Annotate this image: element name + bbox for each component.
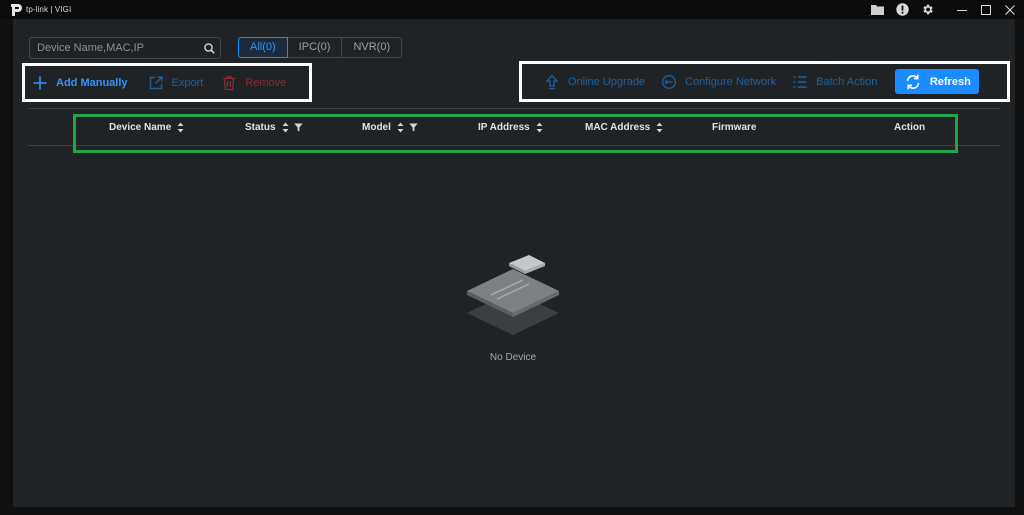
network-config-icon: [662, 74, 677, 89]
online-upgrade-button[interactable]: Online Upgrade: [544, 74, 645, 90]
trash-icon: [223, 75, 236, 90]
close-button[interactable]: [998, 0, 1022, 19]
minimize-icon: [957, 9, 967, 11]
column-status[interactable]: Status: [245, 122, 303, 133]
refresh-icon: [906, 74, 920, 89]
toolbar-divider: [28, 108, 1000, 109]
column-action-label: Action: [894, 122, 926, 133]
refresh-button[interactable]: Refresh: [895, 69, 980, 94]
sort-icon[interactable]: [177, 122, 184, 133]
maximize-icon: [981, 4, 991, 15]
device-type-filter: All(0) IPC(0) NVR(0): [238, 37, 403, 58]
list-icon: [793, 75, 807, 88]
search-box[interactable]: [29, 37, 221, 59]
search-icon[interactable]: [198, 38, 220, 58]
column-mac-address[interactable]: MAC Address: [585, 122, 663, 133]
remove-label: Remove: [245, 76, 287, 89]
export-label: Export: [171, 76, 204, 89]
online-upgrade-label: Online Upgrade: [568, 75, 646, 88]
tp-link-logo-icon: [11, 3, 22, 16]
column-action: Action: [894, 122, 925, 133]
empty-state: No Device: [453, 251, 573, 363]
column-ip-address-label: IP Address: [478, 122, 530, 133]
sort-icon[interactable]: [536, 122, 543, 133]
column-model[interactable]: Model: [362, 122, 418, 133]
column-mac-address-label: MAC Address: [585, 122, 651, 133]
column-model-label: Model: [362, 122, 391, 133]
device-actions-group: Add Manually Export Remove: [22, 63, 312, 102]
folder-icon[interactable]: [870, 3, 884, 17]
sort-icon[interactable]: [656, 122, 663, 133]
configure-network-button[interactable]: Configure Network: [661, 74, 776, 90]
app-brand: tp-link | VIGI: [26, 5, 72, 14]
search-input[interactable]: [30, 38, 198, 58]
sort-icon[interactable]: [282, 122, 289, 133]
bulk-actions-group: Online Upgrade Configure Network Batch A…: [519, 61, 1010, 102]
batch-action-label: Batch Action: [816, 75, 878, 88]
alert-icon[interactable]: [895, 3, 909, 17]
batch-action-button[interactable]: Batch Action: [792, 74, 877, 90]
column-firmware: Firmware: [712, 122, 756, 133]
app-logo: tp-link | VIGI: [9, 3, 71, 17]
device-table-header: Device Name Status Model IP Address MAC …: [73, 114, 958, 153]
add-manually-button[interactable]: Add Manually: [32, 75, 128, 91]
filter-tab-nvr[interactable]: NVR(0): [341, 37, 403, 58]
device-list-panel: All(0) IPC(0) NVR(0) Add Manually Export…: [13, 19, 1015, 507]
empty-box-icon: [467, 255, 559, 335]
column-device-name-label: Device Name: [109, 122, 172, 133]
minimize-button[interactable]: [950, 0, 974, 19]
upgrade-arrow-icon: [545, 74, 559, 89]
column-status-label: Status: [245, 122, 276, 133]
refresh-label: Refresh: [929, 75, 971, 88]
filter-tab-ipc[interactable]: IPC(0): [286, 37, 343, 58]
filter-funnel-icon[interactable]: [293, 123, 303, 132]
column-ip-address[interactable]: IP Address: [478, 122, 543, 133]
maximize-button[interactable]: [974, 0, 998, 19]
title-bar: tp-link | VIGI: [0, 0, 1024, 19]
settings-gear-icon[interactable]: [920, 3, 934, 17]
window-bottom-edge: [0, 507, 1024, 515]
configure-network-label: Configure Network: [685, 75, 777, 88]
close-icon: [1005, 4, 1015, 15]
export-icon: [149, 75, 163, 89]
column-device-name[interactable]: Device Name: [109, 122, 184, 133]
plus-icon: [33, 76, 47, 89]
sort-icon[interactable]: [397, 122, 404, 133]
empty-state-message: No Device: [489, 352, 537, 363]
export-button[interactable]: Export: [148, 75, 204, 91]
add-manually-label: Add Manually: [56, 76, 128, 89]
filter-tab-all[interactable]: All(0): [238, 37, 288, 58]
filter-funnel-icon[interactable]: [409, 123, 418, 132]
column-firmware-label: Firmware: [712, 122, 757, 133]
remove-button[interactable]: Remove: [221, 75, 286, 91]
